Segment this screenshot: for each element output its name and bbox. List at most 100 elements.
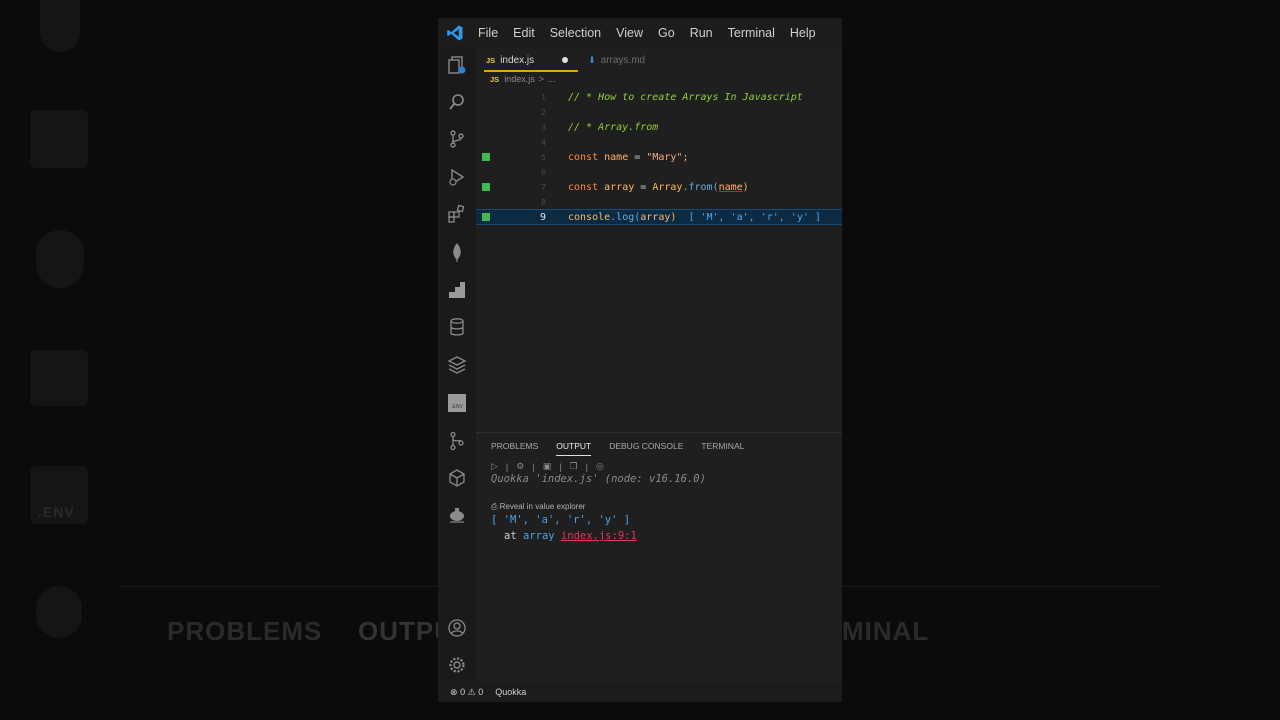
- menu-run[interactable]: Run: [690, 26, 713, 40]
- editor-tabs: JS index.js ⬇ arrays.md: [476, 48, 842, 72]
- quokka-status[interactable]: Quokka: [495, 687, 526, 697]
- tab-output[interactable]: OUTPUT: [556, 441, 592, 456]
- stop-icon[interactable]: ▣: [543, 461, 552, 472]
- current-code-line: 9 console.log(array) [ 'M', 'a', 'r', 'y…: [476, 209, 842, 225]
- source-control-icon[interactable]: [446, 128, 468, 150]
- database-icon[interactable]: [446, 316, 468, 338]
- code-line: 3 // * Array.from: [476, 120, 842, 134]
- code-comment: // * Array.from: [568, 121, 659, 133]
- breadcrumb-symbol[interactable]: ...: [548, 74, 556, 84]
- reveal-icon: ⎙: [491, 502, 500, 511]
- menu-help[interactable]: Help: [790, 26, 816, 40]
- code-text: console.log(array) [ 'M', 'a', 'r', 'y' …: [568, 211, 821, 223]
- output-toolbar: ▷ | ⚙ | ▣ | ❐ | ◎: [491, 461, 604, 472]
- bottom-panel: PROBLEMS OUTPUT DEBUG CONSOLE TERMINAL ▷…: [476, 432, 842, 682]
- line-number: 6: [541, 167, 546, 177]
- code-line: 6: [476, 165, 842, 179]
- background-problems-text: PROBLEMS: [167, 616, 323, 646]
- tab-label: index.js: [500, 54, 535, 66]
- run-icon[interactable]: ▷: [491, 461, 498, 472]
- activity-bar: .ENV: [438, 48, 476, 682]
- code-line: 8: [476, 195, 842, 209]
- code-text: const name = "Mary";: [568, 151, 689, 163]
- line-number: 5: [541, 152, 546, 162]
- background-stairs-shape: [30, 110, 88, 168]
- background-branch-shape: [36, 586, 82, 638]
- quokka-coverage-marker: [482, 183, 490, 191]
- menu-view[interactable]: View: [616, 26, 643, 40]
- breadcrumb-file[interactable]: index.js: [504, 74, 535, 84]
- run-debug-icon[interactable]: [446, 166, 468, 188]
- tab-problems[interactable]: PROBLEMS: [491, 441, 538, 456]
- quokka-header-text: Quokka 'index.js' (node: v16.16.0): [491, 473, 706, 485]
- explorer-icon[interactable]: [446, 54, 468, 76]
- code-editor[interactable]: 1 // * How to create Arrays In Javascrip…: [476, 84, 842, 429]
- background-env-text: .ENV: [38, 504, 75, 520]
- javascript-file-icon: JS: [490, 74, 500, 84]
- source-location-link[interactable]: index.js:9:1: [561, 530, 637, 542]
- extensions-icon[interactable]: [446, 203, 468, 225]
- tab-debug-console[interactable]: DEBUG CONSOLE: [609, 441, 683, 456]
- quokka-coverage-marker: [482, 213, 490, 221]
- tab-arrays-md[interactable]: ⬇ arrays.md: [578, 48, 655, 72]
- line-number: 1: [541, 92, 546, 102]
- line-number: 9: [539, 211, 546, 223]
- panel-tabs: PROBLEMS OUTPUT DEBUG CONSOLE TERMINAL: [491, 441, 762, 456]
- line-number: 8: [541, 197, 546, 207]
- code-line: 2: [476, 105, 842, 119]
- error-icon: ⊗: [450, 686, 458, 697]
- unsaved-dot-icon[interactable]: [562, 57, 569, 63]
- cube-icon[interactable]: [446, 467, 468, 489]
- line-number: 7: [541, 182, 546, 192]
- tab-label: arrays.md: [600, 54, 646, 66]
- breadcrumb: JS index.js > ...: [490, 74, 555, 84]
- output-result: [ 'M', 'a', 'r', 'y' ]: [491, 514, 631, 526]
- settings-gear-icon[interactable]: [446, 654, 468, 676]
- background-terminal-text: MINAL: [842, 616, 930, 646]
- inline-value-result: [ 'M', 'a', 'r', 'y' ]: [688, 211, 821, 223]
- background-database-shape: [36, 230, 84, 288]
- background-layers-shape: [30, 350, 88, 406]
- line-number: 4: [541, 137, 546, 147]
- tab-terminal[interactable]: TERMINAL: [701, 441, 744, 456]
- code-line: 7 const array = Array.from(name): [476, 180, 842, 194]
- code-line: 5 const name = "Mary";: [476, 150, 842, 164]
- vscode-logo-icon: [447, 25, 463, 41]
- copy-icon[interactable]: ❐: [570, 461, 578, 472]
- vscode-window: File Edit Selection View Go Run Terminal…: [438, 18, 842, 702]
- env-file-icon[interactable]: .ENV: [446, 392, 468, 414]
- menu-edit[interactable]: Edit: [513, 26, 535, 40]
- background-leaf-shape: [40, 0, 80, 52]
- account-icon[interactable]: [446, 617, 468, 639]
- warning-icon: ⚠: [467, 686, 476, 697]
- debug-icon[interactable]: ⚙: [516, 461, 524, 472]
- reveal-in-value-explorer-link[interactable]: ⎙ Reveal in value explorer: [491, 502, 585, 512]
- code-text: const array = Array.from(name): [568, 181, 749, 193]
- git-graph-icon[interactable]: [446, 430, 468, 452]
- tab-index-js[interactable]: JS index.js: [476, 48, 579, 72]
- code-line: 1 // * How to create Arrays In Javascrip…: [476, 90, 842, 104]
- search-icon[interactable]: [446, 91, 468, 113]
- markdown-icon: ⬇: [588, 54, 596, 65]
- layers-icon[interactable]: [446, 354, 468, 376]
- menu-terminal[interactable]: Terminal: [728, 26, 775, 40]
- output-location: at array index.js:9:1: [504, 530, 637, 542]
- line-number: 3: [541, 122, 546, 132]
- stairs-icon[interactable]: [446, 279, 468, 301]
- breadcrumb-separator: >: [538, 74, 544, 84]
- remote-explorer-icon[interactable]: [446, 504, 468, 526]
- menu-file[interactable]: File: [478, 26, 498, 40]
- code-comment: // * How to create Arrays In Javascript: [568, 91, 803, 103]
- menu-go[interactable]: Go: [658, 26, 675, 40]
- svg-text:.ENV: .ENV: [451, 404, 463, 410]
- quokka-coverage-marker: [482, 153, 490, 161]
- mongodb-leaf-icon[interactable]: [446, 241, 468, 263]
- menu-selection[interactable]: Selection: [550, 26, 601, 40]
- javascript-file-icon: JS: [486, 55, 496, 65]
- menu-bar: File Edit Selection View Go Run Terminal…: [438, 18, 842, 48]
- status-bar: ⊗ 0 ⚠ 0 Quokka: [438, 682, 842, 702]
- target-icon[interactable]: ◎: [596, 461, 604, 472]
- code-line: 4: [476, 135, 842, 149]
- problems-status[interactable]: ⊗ 0 ⚠ 0: [450, 687, 483, 698]
- line-number: 2: [541, 107, 546, 117]
